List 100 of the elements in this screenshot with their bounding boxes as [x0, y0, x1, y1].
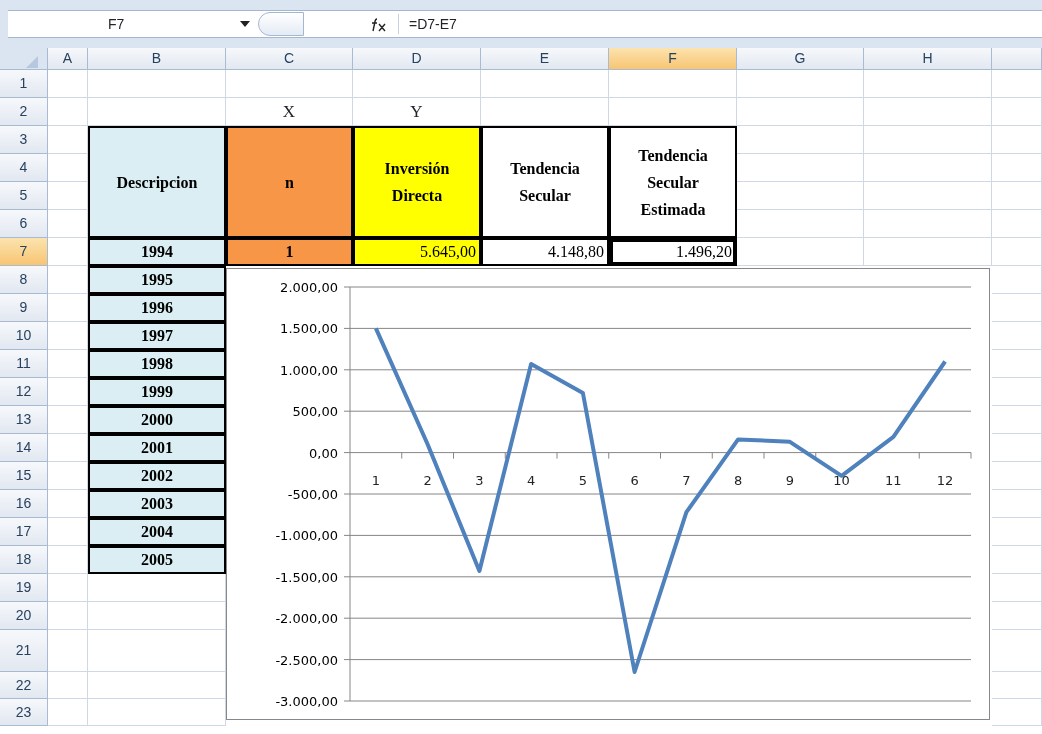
row-header[interactable]: 17: [0, 518, 48, 546]
sheet-cell[interactable]: [992, 434, 1042, 462]
row-header[interactable]: 4: [0, 154, 48, 182]
sheet-cell[interactable]: [353, 70, 481, 98]
column-header[interactable]: G: [737, 48, 864, 70]
sheet-cell[interactable]: [992, 98, 1042, 126]
table-cell[interactable]: 2000: [88, 406, 226, 434]
sheet-cell[interactable]: [992, 154, 1042, 182]
table-cell[interactable]: 4.148,80: [481, 238, 609, 266]
sheet-cell[interactable]: [992, 126, 1042, 154]
sheet-cell[interactable]: [992, 699, 1042, 726]
table-cell[interactable]: 1994: [88, 238, 226, 266]
table-cell[interactable]: 1996: [88, 294, 226, 322]
sheet-cell[interactable]: [864, 182, 992, 210]
row-header[interactable]: 23: [0, 699, 48, 726]
row-header[interactable]: 3: [0, 126, 48, 154]
row-header[interactable]: 13: [0, 406, 48, 434]
row-header[interactable]: 7: [0, 238, 48, 266]
sheet-cell[interactable]: [481, 70, 609, 98]
table-cell[interactable]: 2004: [88, 518, 226, 546]
sheet-cell[interactable]: [992, 518, 1042, 546]
resize-handle[interactable]: [258, 12, 304, 36]
sheet-cell[interactable]: [864, 70, 992, 98]
sheet-cell[interactable]: [992, 490, 1042, 518]
column-header[interactable]: A: [48, 48, 88, 70]
row-header[interactable]: 20: [0, 602, 48, 630]
name-box[interactable]: F7: [8, 13, 240, 35]
row-header[interactable]: 16: [0, 490, 48, 518]
sheet-cell[interactable]: [737, 98, 864, 126]
table-cell[interactable]: 2005: [88, 546, 226, 574]
sheet-cell[interactable]: [992, 406, 1042, 434]
sheet-cell[interactable]: [992, 294, 1042, 322]
sheet-cell[interactable]: [864, 126, 992, 154]
table-cell[interactable]: 5.645,00: [353, 238, 481, 266]
sheet-cell[interactable]: [737, 70, 864, 98]
sheet-cell[interactable]: [992, 70, 1042, 98]
sheet-cell[interactable]: [992, 238, 1042, 266]
row-header[interactable]: 9: [0, 294, 48, 322]
column-header[interactable]: H: [864, 48, 992, 70]
sheet-cell[interactable]: [992, 462, 1042, 490]
row-header[interactable]: 5: [0, 182, 48, 210]
row-header[interactable]: 6: [0, 210, 48, 238]
column-header[interactable]: E: [481, 48, 609, 70]
sheet-cell[interactable]: [864, 210, 992, 238]
sheet-cell[interactable]: [864, 98, 992, 126]
row-header[interactable]: 11: [0, 350, 48, 378]
table-cell[interactable]: 1.496,20: [609, 238, 737, 266]
sheet-cell[interactable]: [992, 630, 1042, 672]
row-header[interactable]: 21: [0, 630, 48, 672]
formula-field[interactable]: =D7-E7: [399, 13, 457, 35]
column-heading: Tendencia Secular: [481, 126, 609, 238]
sheet-cell[interactable]: [48, 574, 88, 602]
sheet-cell[interactable]: [609, 70, 737, 98]
sheet-cell[interactable]: [48, 672, 88, 699]
row-header[interactable]: 15: [0, 462, 48, 490]
sheet-cell[interactable]: [88, 70, 226, 98]
table-cell[interactable]: 1998: [88, 350, 226, 378]
function-icon[interactable]: [370, 14, 399, 34]
row-header[interactable]: 18: [0, 546, 48, 574]
column-header[interactable]: [992, 48, 1042, 70]
table-cell[interactable]: 1995: [88, 266, 226, 294]
table-cell[interactable]: 2003: [88, 490, 226, 518]
row-header[interactable]: 19: [0, 574, 48, 602]
row-header[interactable]: 1: [0, 70, 48, 98]
sheet-cell[interactable]: [226, 70, 353, 98]
row-header[interactable]: 8: [0, 266, 48, 294]
sheet-cell[interactable]: [992, 574, 1042, 602]
sheet-cell[interactable]: [48, 699, 88, 726]
table-cell[interactable]: 2002: [88, 462, 226, 490]
sheet-cell[interactable]: [992, 182, 1042, 210]
row-header[interactable]: 2: [0, 98, 48, 126]
sheet-cell[interactable]: [992, 546, 1042, 574]
column-header[interactable]: D: [353, 48, 481, 70]
sheet-cell[interactable]: [864, 154, 992, 182]
table-cell[interactable]: 1997: [88, 322, 226, 350]
sheet-cell[interactable]: [992, 322, 1042, 350]
table-cell[interactable]: 1: [226, 238, 353, 266]
sheet-cell[interactable]: [48, 602, 88, 630]
caret-icon[interactable]: [240, 21, 250, 27]
row-header[interactable]: 10: [0, 322, 48, 350]
column-header[interactable]: B: [88, 48, 226, 70]
sheet-cell[interactable]: [48, 98, 88, 126]
sheet-cell[interactable]: [992, 266, 1042, 294]
x-tick-label: 7: [681, 472, 692, 489]
sheet-cell[interactable]: [992, 210, 1042, 238]
sheet-cell[interactable]: [864, 238, 992, 266]
column-header[interactable]: F: [609, 48, 737, 70]
sheet-cell[interactable]: [48, 630, 88, 672]
sheet-cell[interactable]: [48, 70, 88, 98]
sheet-cell[interactable]: [992, 378, 1042, 406]
sheet-cell[interactable]: [992, 672, 1042, 699]
sheet-cell[interactable]: [992, 350, 1042, 378]
table-cell[interactable]: 2001: [88, 434, 226, 462]
table-cell[interactable]: 1999: [88, 378, 226, 406]
row-header[interactable]: 14: [0, 434, 48, 462]
sheet-cell[interactable]: [992, 602, 1042, 630]
row-header[interactable]: 22: [0, 672, 48, 699]
column-heading: Tendencia Secular Estimada: [609, 126, 737, 238]
row-header[interactable]: 12: [0, 378, 48, 406]
column-header[interactable]: C: [226, 48, 353, 70]
